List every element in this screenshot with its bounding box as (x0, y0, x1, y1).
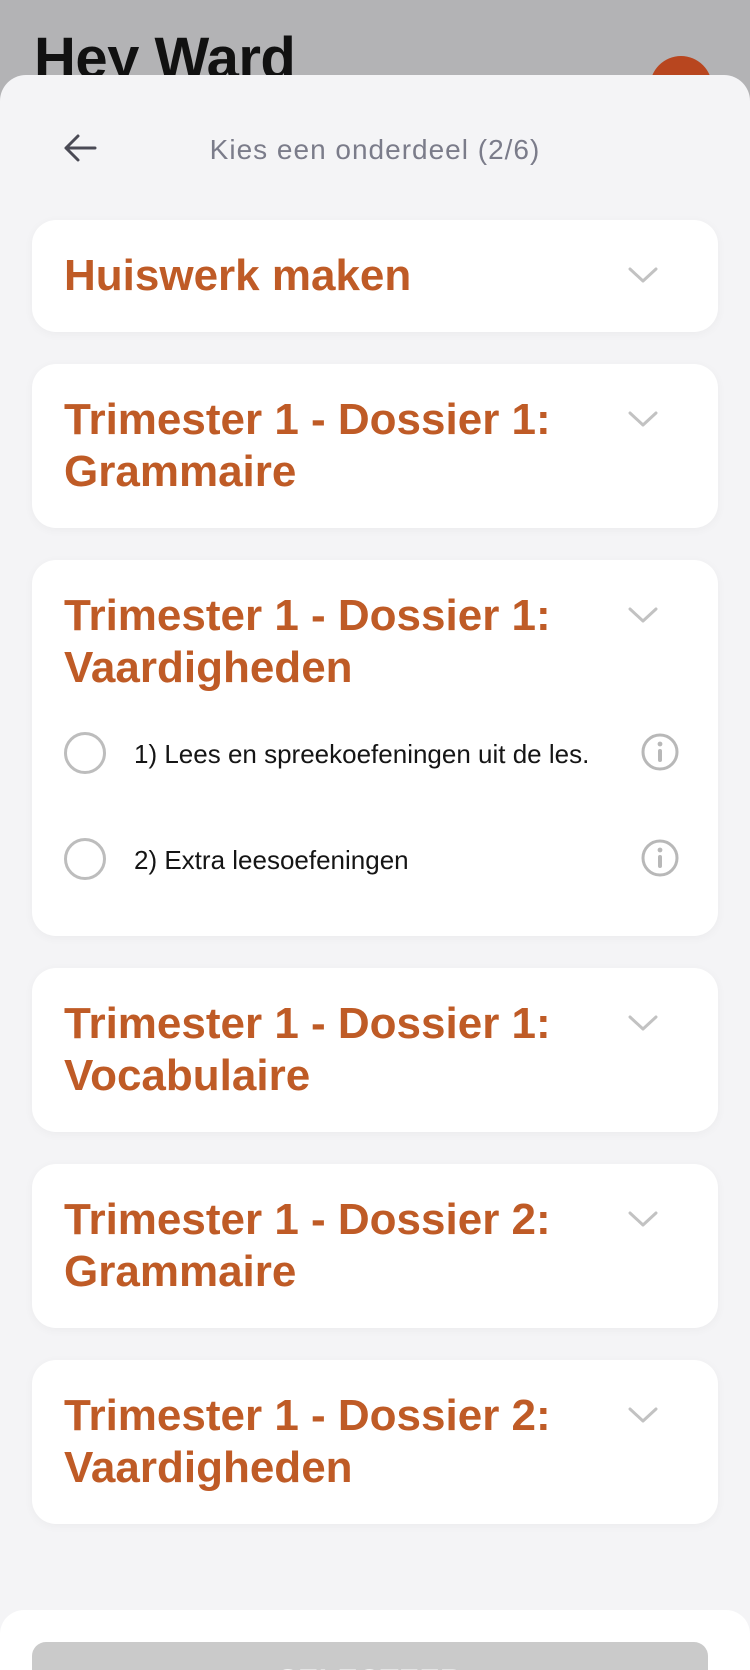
chevron-down-icon (626, 258, 660, 292)
option-item[interactable]: 1) Lees en spreekoefeningen uit de les. (32, 732, 718, 802)
scroll-fade (0, 1550, 750, 1610)
chevron-down-icon (626, 1398, 660, 1432)
section-title: Trimester 1 - Dossier 1: Vocabulaire (64, 999, 551, 1100)
section-card-dossier-1-grammaire[interactable]: Trimester 1 - Dossier 1: Grammaire (32, 364, 718, 528)
option-item[interactable]: 2) Extra leesoefeningen (32, 838, 718, 908)
radio-button[interactable] (64, 838, 106, 880)
chevron-down-icon (626, 1006, 660, 1040)
info-icon[interactable] (640, 732, 680, 772)
radio-button[interactable] (64, 732, 106, 774)
footer-bar: SELECTEER (0, 1610, 750, 1670)
section-title: Trimester 1 - Dossier 2: Vaardigheden (64, 1391, 551, 1492)
chevron-down-icon (626, 1202, 660, 1236)
section-title: Huiswerk maken (64, 251, 412, 300)
chevron-down-icon (626, 598, 660, 632)
sheet-header: Kies een onderdeel (2/6) (0, 75, 750, 220)
chevron-down-icon (626, 402, 660, 436)
section-title: Trimester 1 - Dossier 1: Vaardigheden (64, 591, 551, 692)
section-card-dossier-1-vocabulaire[interactable]: Trimester 1 - Dossier 1: Vocabulaire (32, 968, 718, 1132)
section-list: Huiswerk maken Trimester 1 - Dossier 1: … (32, 220, 718, 1556)
info-icon[interactable] (640, 838, 680, 878)
section-card-dossier-2-vaardigheden[interactable]: Trimester 1 - Dossier 2: Vaardigheden (32, 1360, 718, 1524)
option-list: 1) Lees en spreekoefeningen uit de les. … (32, 724, 718, 936)
option-label: 2) Extra leesoefeningen (134, 845, 409, 875)
section-picker-sheet: Kies een onderdeel (2/6) Huiswerk maken … (0, 75, 750, 1670)
select-button[interactable]: SELECTEER (32, 1642, 708, 1670)
section-card-huiswerk-maken[interactable]: Huiswerk maken (32, 220, 718, 332)
option-label: 1) Lees en spreekoefeningen uit de les. (134, 739, 590, 769)
section-title: Trimester 1 - Dossier 1: Grammaire (64, 395, 551, 496)
section-title: Trimester 1 - Dossier 2: Grammaire (64, 1195, 551, 1296)
sheet-title: Kies een onderdeel (2/6) (209, 134, 541, 165)
section-card-dossier-2-grammaire[interactable]: Trimester 1 - Dossier 2: Grammaire (32, 1164, 718, 1328)
section-card-dossier-1-vaardigheden[interactable]: Trimester 1 - Dossier 1: Vaardigheden 1)… (32, 560, 718, 936)
